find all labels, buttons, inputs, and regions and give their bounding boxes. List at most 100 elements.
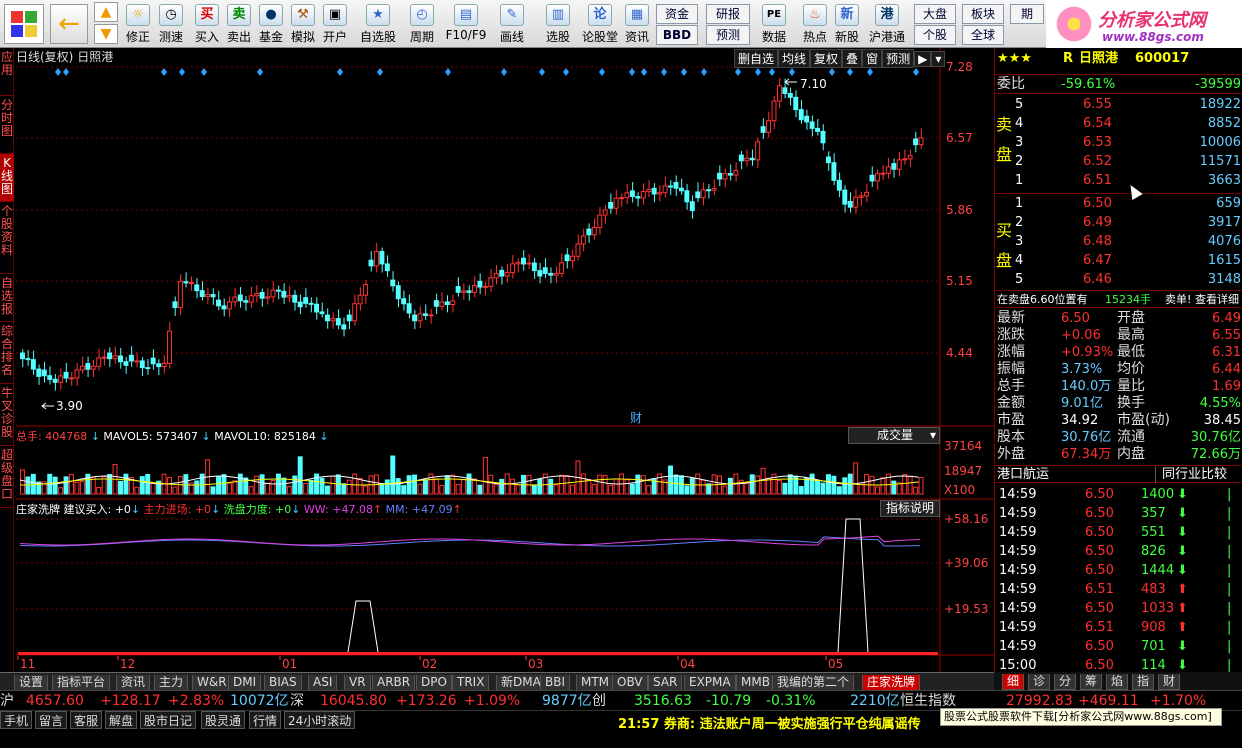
kline-chart[interactable]: 11 12 01 02 03 04 05 7.28 6.57 5.86 5.15 4.44 …: [14, 48, 994, 672]
stat-row[interactable]: 金额 9.01亿 换手 4.55%: [995, 395, 1242, 412]
speed-test-button[interactable]: ◷ 测速: [156, 2, 186, 46]
indicator-tab[interactable]: ASI: [308, 675, 338, 691]
news-ticker[interactable]: 21:57 券商: 违法账户周一被实施强行平仓纯属谣传: [618, 713, 921, 732]
stat-row[interactable]: 涨幅 +0.93% 最低 6.31: [995, 344, 1242, 361]
data-button[interactable]: PE 数据: [758, 2, 790, 46]
indicator-tab[interactable]: BBI: [540, 675, 571, 691]
window-button[interactable]: 窗: [862, 49, 883, 68]
tick-row[interactable]: 14:59 6.50 357 ⬇ |: [995, 505, 1242, 522]
stat-row[interactable]: 股本 30.76亿 流通 30.76亿: [995, 429, 1242, 446]
open-account-button[interactable]: ▣ 开户: [320, 2, 350, 46]
tab-ranking[interactable]: 综合排名: [0, 322, 14, 384]
sector-box[interactable]: 板块: [962, 4, 1004, 24]
indicator-tab[interactable]: BIAS: [264, 675, 302, 691]
indicator-tab[interactable]: SAR: [648, 675, 683, 691]
bid-row[interactable]: 1 6.50 659: [995, 195, 1242, 212]
hot-button[interactable]: ♨ 热点: [800, 2, 830, 46]
fund-button[interactable]: ● 基金: [256, 2, 286, 46]
market-box[interactable]: 大盘: [914, 4, 956, 24]
indicator-tab[interactable]: 主力: [154, 675, 189, 691]
indicator-tab[interactable]: MMB: [736, 675, 775, 691]
bottom-button[interactable]: 解盘: [105, 711, 138, 729]
indicator-tab[interactable]: ARBR: [372, 675, 416, 691]
watchlist-button[interactable]: ★ 自选股: [358, 2, 398, 46]
capital-box[interactable]: 资金: [656, 4, 698, 24]
quote-tab[interactable]: 指: [1132, 674, 1155, 690]
tab-diagnose[interactable]: 牛叉诊股: [0, 384, 14, 446]
finance-marker[interactable]: 财: [630, 411, 642, 425]
stat-row[interactable]: 最新 6.50 开盘 6.49: [995, 310, 1242, 327]
stat-row[interactable]: 涨跌 +0.06 最高 6.55: [995, 327, 1242, 344]
bid-row[interactable]: 3 6.48 4076: [995, 233, 1242, 250]
tick-row[interactable]: 14:59 6.50 551 ⬇ |: [995, 524, 1242, 541]
fix-button[interactable]: ☼ 修正: [124, 2, 152, 46]
draw-button[interactable]: ✎ 画线: [492, 2, 532, 46]
quote-tab[interactable]: 诊: [1028, 674, 1051, 690]
tick-row[interactable]: 14:59 6.50 826 ⬇ |: [995, 543, 1242, 560]
tab-watchlist[interactable]: 自选报: [0, 274, 14, 322]
bottom-button[interactable]: 留言: [35, 711, 68, 729]
indicator-tab[interactable]: DMI: [228, 675, 262, 691]
industry-name[interactable]: 港口航运: [997, 466, 1049, 483]
tick-row[interactable]: 14:59 6.50 1400 ⬇ |: [995, 486, 1242, 503]
futures-box[interactable]: 期: [1010, 4, 1044, 24]
bottom-button[interactable]: 行情: [249, 711, 282, 729]
tick-row[interactable]: 14:59 6.51 483 ⬆ |: [995, 581, 1242, 598]
stock-picker-button[interactable]: ▥ 选股: [538, 2, 578, 46]
f10-button[interactable]: ▤ F10/F9: [444, 2, 488, 46]
hk-connect-button[interactable]: 港沪港通: [866, 2, 908, 46]
indicator-tab[interactable]: VR: [344, 675, 371, 691]
bottom-button[interactable]: 股灵通: [201, 711, 246, 729]
indicator-tab[interactable]: TRIX: [452, 675, 490, 691]
bottom-button[interactable]: 股市日记: [140, 711, 197, 729]
stat-row[interactable]: 振幅 3.73% 均价 6.44: [995, 361, 1242, 378]
indicator-tab[interactable]: 我编的第二个: [772, 675, 855, 691]
period-button[interactable]: ◴ 周期: [402, 2, 442, 46]
bid-row[interactable]: 4 6.47 1615: [995, 252, 1242, 269]
windows-grid-icon[interactable]: [4, 4, 44, 44]
buy-button[interactable]: 买买入: [192, 2, 222, 46]
ask-row[interactable]: 5 6.55 18922: [995, 96, 1242, 113]
global-box[interactable]: 全球: [962, 25, 1004, 45]
quote-tab[interactable]: 筹: [1080, 674, 1103, 690]
forecast-box[interactable]: 预测: [706, 25, 750, 45]
tick-row[interactable]: 14:59 6.50 1033 ⬆ |: [995, 600, 1242, 617]
quote-tab[interactable]: 焰: [1106, 674, 1129, 690]
indicator-tab[interactable]: DPO: [416, 675, 452, 691]
bottom-button[interactable]: 客服: [70, 711, 103, 729]
stock-box[interactable]: 个股: [914, 25, 956, 45]
stat-row[interactable]: 外盘 67.34万 内盘 72.66万: [995, 446, 1242, 463]
indicator-tab[interactable]: 设置: [14, 675, 49, 691]
remove-watch-button[interactable]: 删自选: [734, 49, 779, 68]
bbd-box[interactable]: BBD: [656, 25, 698, 45]
volume-selector[interactable]: 成交量 ▾: [848, 427, 940, 444]
new-stock-button[interactable]: 新新股: [832, 2, 862, 46]
bottom-button[interactable]: 手机: [0, 711, 33, 729]
down-arrow-icon[interactable]: ▼: [94, 24, 118, 44]
adjust-button[interactable]: 复权: [810, 49, 843, 68]
ask-row[interactable]: 1 6.51 3663: [995, 172, 1242, 189]
indicator-help-button[interactable]: 指标说明: [880, 500, 940, 517]
ask-row[interactable]: 3 6.53 10006: [995, 134, 1242, 151]
indicator-tab[interactable]: 新DMA: [496, 675, 546, 691]
speaker-icon[interactable]: ▶: [914, 51, 932, 67]
indicator-tab[interactable]: MTM: [576, 675, 615, 691]
up-arrow-icon[interactable]: ▲: [94, 2, 118, 22]
news-button[interactable]: ▦ 资讯: [622, 2, 652, 46]
simulate-button[interactable]: ⚒ 模拟: [288, 2, 318, 46]
stat-row[interactable]: 总手 140.0万 量比 1.69: [995, 378, 1242, 395]
quote-tab[interactable]: 细: [1002, 674, 1025, 690]
back-arrow-icon[interactable]: ←: [50, 4, 88, 44]
peer-compare-link[interactable]: 同行业比较: [1155, 466, 1227, 483]
tick-row[interactable]: 14:59 6.50 1444 ⬇ |: [995, 562, 1242, 579]
indicator-tab[interactable]: 指标平台: [52, 675, 111, 691]
quote-tab[interactable]: 分: [1054, 674, 1077, 690]
menu-down-icon[interactable]: ▾: [931, 51, 946, 67]
tab-app[interactable]: 应用: [0, 48, 14, 96]
indicator-tab[interactable]: W&R: [192, 675, 232, 691]
bid-row[interactable]: 5 6.46 3148: [995, 271, 1242, 288]
indicator-tab[interactable]: 资讯: [116, 675, 151, 691]
ask-row[interactable]: 2 6.52 11571: [995, 153, 1242, 170]
stat-row[interactable]: 市盈 34.92 市盈(动) 38.45: [995, 412, 1242, 429]
tab-super-panel[interactable]: 超级盘口: [0, 446, 14, 508]
